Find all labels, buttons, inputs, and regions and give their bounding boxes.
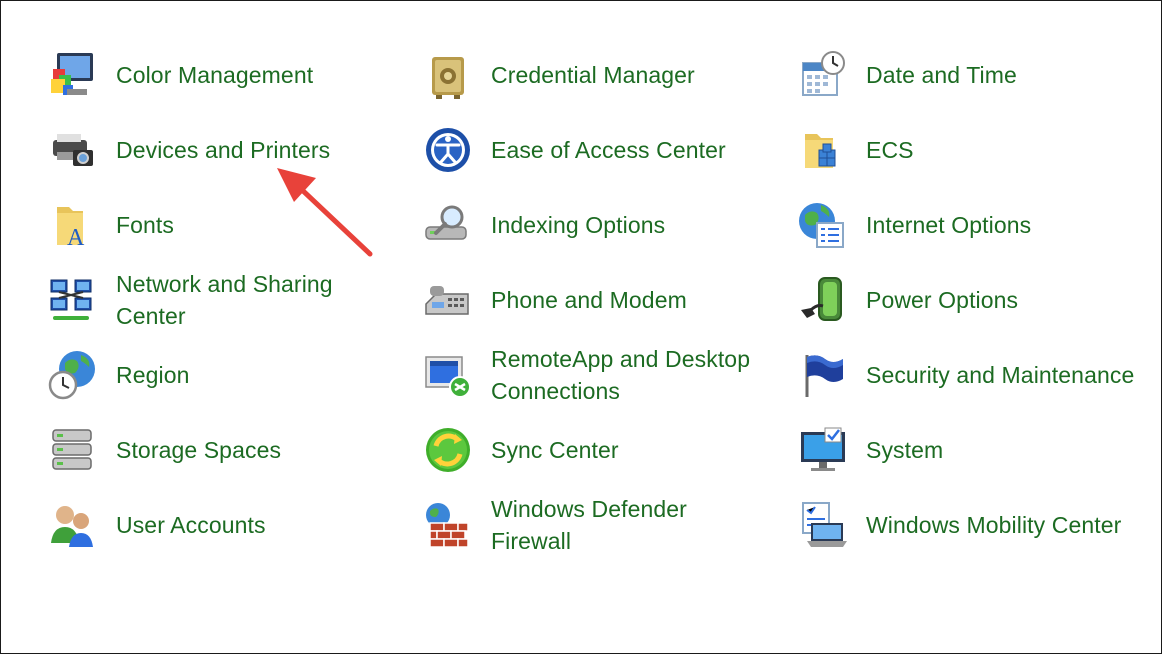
item-devices-and-printers[interactable]: Devices and Printers (47, 115, 377, 185)
item-label: ECS (866, 137, 914, 163)
item-label: Storage Spaces (116, 437, 282, 463)
item-label: Sync Center (491, 437, 619, 463)
item-label: Fonts (116, 212, 175, 238)
item-label: System (866, 437, 944, 463)
item-user-accounts[interactable]: User Accounts (47, 490, 377, 560)
user-accounts-icon (47, 499, 99, 551)
ecs-folder-icon (797, 124, 849, 176)
item-label: Phone and Modem (491, 287, 687, 313)
item-ecs[interactable]: ECS (797, 115, 1159, 185)
internet-options-icon (797, 199, 849, 251)
indexing-options-icon (422, 199, 474, 251)
control-panel-window: Color Management Credential Manager Date… (0, 0, 1162, 654)
item-color-management[interactable]: Color Management (47, 40, 377, 110)
devices-printers-icon (47, 124, 99, 176)
item-label: Ease of Access Center (491, 137, 726, 163)
item-network-and-sharing-center[interactable]: Network and Sharing Center (47, 265, 377, 335)
security-flag-icon (797, 349, 849, 401)
mobility-center-icon (797, 499, 849, 551)
ease-of-access-icon (422, 124, 474, 176)
item-date-and-time[interactable]: Date and Time (797, 40, 1159, 110)
item-label: Indexing Options (491, 212, 666, 238)
item-security-and-maintenance[interactable]: Security and Maintenance (797, 340, 1159, 410)
date-time-icon (797, 49, 849, 101)
network-sharing-icon (47, 274, 99, 326)
color-management-icon (47, 49, 99, 101)
sync-center-icon (422, 424, 474, 476)
item-label: Windows Defender Firewall (491, 496, 687, 554)
item-label: Date and Time (866, 62, 1017, 88)
item-region[interactable]: Region (47, 340, 377, 410)
storage-spaces-icon (47, 424, 99, 476)
item-label: Security and Maintenance (866, 362, 1135, 388)
item-label: Credential Manager (491, 62, 695, 88)
item-label: Color Management (116, 62, 314, 88)
remoteapp-icon (422, 349, 474, 401)
item-label: Network and Sharing Center (116, 271, 333, 329)
system-monitor-icon (797, 424, 849, 476)
region-icon (47, 349, 99, 401)
power-options-icon (797, 274, 849, 326)
item-label: Power Options (866, 287, 1019, 313)
svg-text:A: A (67, 225, 85, 251)
item-windows-defender-firewall[interactable]: Windows Defender Firewall (422, 490, 762, 560)
item-system[interactable]: System (797, 415, 1159, 485)
item-indexing-options[interactable]: Indexing Options (422, 190, 762, 260)
item-label: Windows Mobility Center (866, 512, 1122, 538)
item-label: Devices and Printers (116, 137, 331, 163)
item-credential-manager[interactable]: Credential Manager (422, 40, 762, 110)
phone-modem-icon (422, 274, 474, 326)
item-label: Internet Options (866, 212, 1032, 238)
item-label: Region (116, 362, 190, 388)
item-windows-mobility-center[interactable]: Windows Mobility Center (797, 490, 1159, 560)
item-storage-spaces[interactable]: Storage Spaces (47, 415, 377, 485)
item-power-options[interactable]: Power Options (797, 265, 1159, 335)
item-label: User Accounts (116, 512, 266, 538)
item-label: RemoteApp and Desktop Connections (491, 346, 751, 404)
item-phone-and-modem[interactable]: Phone and Modem (422, 265, 762, 335)
fonts-folder-icon: A (47, 199, 99, 251)
item-fonts[interactable]: A Fonts (47, 190, 377, 260)
item-ease-of-access-center[interactable]: Ease of Access Center (422, 115, 762, 185)
item-remoteapp-and-desktop-connections[interactable]: RemoteApp and Desktop Connections (422, 340, 762, 410)
credential-manager-icon (422, 49, 474, 101)
item-sync-center[interactable]: Sync Center (422, 415, 762, 485)
item-internet-options[interactable]: Internet Options (797, 190, 1159, 260)
firewall-icon (422, 499, 474, 551)
